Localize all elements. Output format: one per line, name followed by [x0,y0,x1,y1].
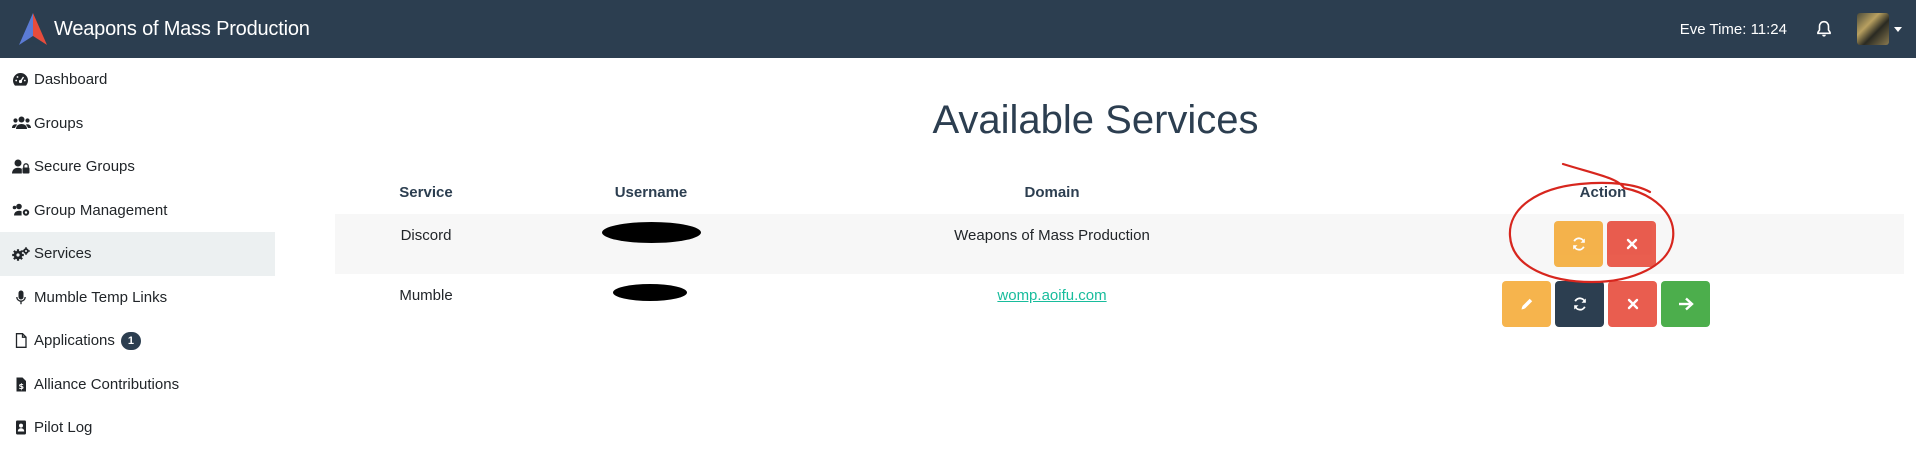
row-actions [1554,221,1656,267]
top-navbar: Weapons of Mass Production Eve Time: 11:… [0,0,1916,58]
sidebar-item-group-management[interactable]: Group Management [0,189,275,233]
refresh-icon [1573,297,1586,311]
applications-count-badge: 1 [120,331,142,350]
delete-account-button[interactable] [1608,281,1657,327]
pencil-icon [1521,298,1532,310]
svg-text:$: $ [19,382,25,391]
file-invoice-icon: $ [12,377,32,392]
close-icon [1626,238,1637,250]
user-menu-toggle[interactable] [1857,13,1902,45]
table-header: Service Username Domain Action [335,180,1904,214]
services-table: Service Username Domain Action Discord W… [335,180,1904,334]
sidebar-item-label: Groups [34,114,84,132]
arrow-right-icon [1678,297,1694,311]
sidebar-item-services[interactable]: Services [0,232,275,276]
service-domain-link[interactable]: womp.aoifu.com [997,287,1106,304]
table-row: Mumble womp.aoifu.com [335,274,1904,334]
sidebar-item-label: Pilot Log [34,419,93,437]
close-icon [1627,298,1638,310]
redacted-username [602,222,701,243]
page-title: Available Services [932,98,1259,142]
eve-time-clock: Eve Time: 11:24 [1679,20,1787,38]
sidebar-item-label: Group Management [34,201,168,219]
sidebar-item-alliance-contributions[interactable]: $ Alliance Contributions [0,363,275,407]
reset-password-button[interactable] [1554,221,1603,267]
user-lock-icon [12,159,32,174]
users-icon [12,116,32,130]
redacted-username [613,284,687,301]
service-name: Mumble [399,287,453,304]
sidebar-item-label: Applications [34,332,115,350]
sidebar-item-applications[interactable]: Applications 1 [0,319,275,363]
sidebar-item-label: Alliance Contributions [34,375,180,393]
sidebar-item-label: Dashboard [34,71,108,89]
sidebar-item-label: Mumble Temp Links [34,288,168,306]
sidebar-item-label: Secure Groups [34,158,135,176]
refresh-icon [1572,237,1585,251]
sidebar-item-groups[interactable]: Groups [0,102,275,146]
dashboard-icon [12,72,32,87]
chevron-down-icon [1894,26,1902,32]
users-cog-icon [12,203,32,217]
header-username: Username [614,184,688,201]
address-book-icon [12,420,32,435]
brand-link[interactable]: Weapons of Mass Production [18,12,310,46]
delete-account-button[interactable] [1607,221,1656,267]
brand-title: Weapons of Mass Production [54,17,310,40]
connect-button[interactable] [1661,281,1710,327]
microphone-icon [12,290,32,305]
app-logo-icon [19,13,47,45]
sidebar-item-label: Services [34,245,92,263]
edit-button[interactable] [1502,281,1551,327]
sidebar-item-mumble-temp-links[interactable]: Mumble Temp Links [0,276,275,320]
header-action: Action [1579,184,1627,201]
service-name: Discord [400,227,452,244]
header-service: Service [399,184,453,201]
service-domain: Weapons of Mass Production [954,227,1150,244]
reset-password-button[interactable] [1555,281,1604,327]
sidebar: Dashboard Groups Secure Groups Group Man… [0,58,275,436]
row-actions [1502,281,1710,327]
sidebar-item-pilot-log[interactable]: Pilot Log [0,406,275,450]
avatar [1857,13,1889,45]
table-row: Discord Weapons of Mass Production [335,214,1904,274]
sidebar-item-secure-groups[interactable]: Secure Groups [0,145,275,189]
cogs-icon [12,246,32,261]
file-icon [12,333,32,349]
notifications-bell-icon[interactable] [1815,20,1833,38]
sidebar-item-dashboard[interactable]: Dashboard [0,58,275,102]
header-domain: Domain [1024,184,1080,201]
